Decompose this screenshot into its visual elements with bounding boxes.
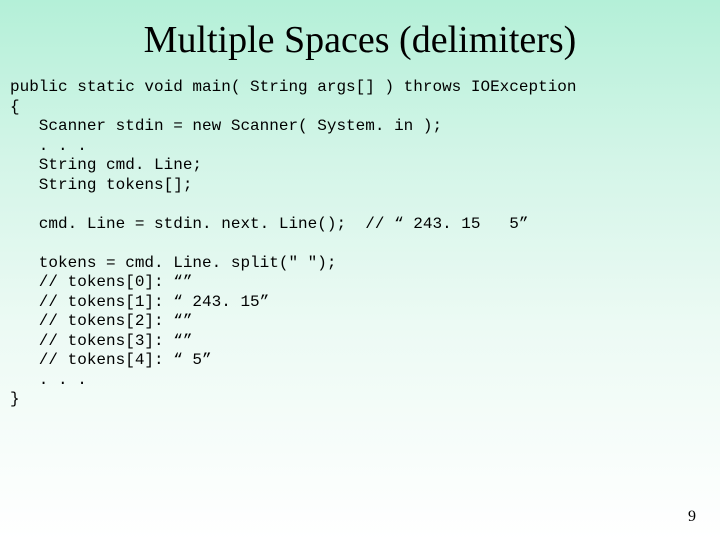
code-line: cmd. Line = stdin. next. Line(); // “ 24… [10,215,528,233]
slide-title: Multiple Spaces (delimiters) [0,0,720,62]
code-line: . . . [10,137,87,155]
code-block: public static void main( String args[] )… [0,62,720,410]
code-line: { [10,98,20,116]
code-line: . . . [10,371,87,389]
code-line: String cmd. Line; [10,156,202,174]
code-line: tokens = cmd. Line. split(" "); [10,254,336,272]
code-line: public static void main( String args[] )… [10,78,577,96]
code-line: } [10,390,20,408]
code-line: // tokens[4]: “ 5” [10,351,212,369]
code-line: Scanner stdin = new Scanner( System. in … [10,117,442,135]
code-line: // tokens[0]: “” [10,273,192,291]
page-number: 9 [688,508,696,526]
code-line: // tokens[3]: “” [10,332,192,350]
code-line: // tokens[2]: “” [10,312,192,330]
code-line: String tokens[]; [10,176,192,194]
code-line: // tokens[1]: “ 243. 15” [10,293,269,311]
